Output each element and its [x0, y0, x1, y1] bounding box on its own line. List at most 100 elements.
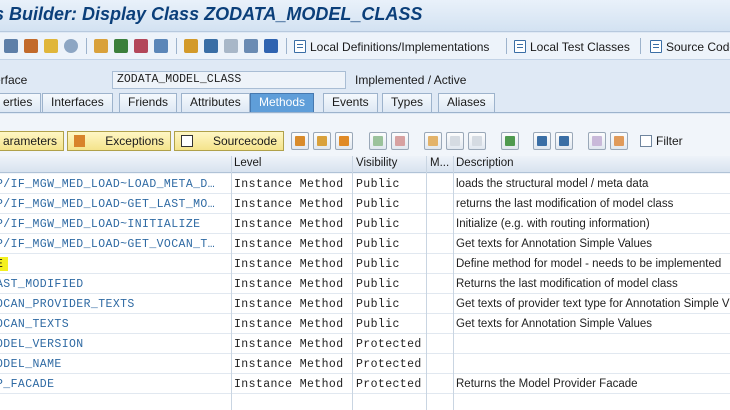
detail-view-button[interactable] — [291, 132, 309, 150]
visibility-cell[interactable]: Protected — [356, 378, 426, 391]
tab-interfaces[interactable]: Interfaces — [42, 93, 113, 112]
description-cell[interactable]: loads the structural model / meta data — [456, 178, 730, 190]
hierarchy-icon[interactable] — [184, 39, 198, 53]
class-name-field[interactable]: ZODATA_MODEL_CLASS — [112, 71, 346, 89]
tab-types[interactable]: Types — [382, 93, 433, 112]
other-object-icon[interactable] — [4, 39, 18, 53]
level-cell[interactable]: Instance Method — [234, 178, 352, 191]
description-cell[interactable]: Get texts of provider text type for Anno… — [456, 298, 730, 310]
table-row[interactable]: P/IF_MGW_MED_LOAD~LOAD_META_D… Instance M… — [0, 174, 730, 194]
level-cell[interactable]: Instance Method — [234, 278, 352, 291]
tab-properties[interactable]: erties — [0, 93, 42, 112]
copy-method-button[interactable] — [313, 132, 331, 150]
visibility-cell[interactable]: Public — [356, 318, 426, 331]
where-used-icon[interactable] — [94, 39, 108, 53]
visibility-cell[interactable]: Public — [356, 198, 426, 211]
header-m[interactable]: M... — [430, 157, 449, 169]
table-row[interactable]: OCAN_PROVIDER_TEXTS Instance Method Public… — [0, 294, 730, 314]
level-cell[interactable]: Instance Method — [234, 218, 352, 231]
table-row[interactable]: P/IF_MGW_MED_LOAD~GET_VOCAN_T… Instance M… — [0, 234, 730, 254]
display-change-icon[interactable] — [24, 39, 38, 53]
table-row[interactable]: E Instance Method Public Define method for … — [0, 254, 730, 274]
activate-icon[interactable] — [44, 39, 58, 53]
navigate-icon[interactable] — [154, 39, 168, 53]
table-row[interactable]: ODEL_VERSION Instance Method Protected — [0, 334, 730, 354]
copy-button[interactable] — [446, 132, 464, 150]
info-icon[interactable] — [264, 39, 278, 53]
description-cell[interactable]: returns the last modification of model c… — [456, 198, 730, 210]
visibility-cell[interactable]: Public — [356, 278, 426, 291]
layout-icon[interactable] — [224, 39, 238, 53]
description-cell[interactable]: Initialize (e.g. with routing informatio… — [456, 218, 730, 230]
edit-pencil-icon[interactable] — [114, 39, 128, 53]
filter-icon[interactable] — [244, 39, 258, 53]
check-icon[interactable] — [64, 39, 78, 53]
visibility-cell[interactable]: Protected — [356, 338, 426, 351]
method-name-cell[interactable]: AST_MODIFIED — [0, 278, 228, 291]
sourcecode-button[interactable]: Sourcecode — [174, 131, 284, 151]
description-cell[interactable]: Define method for model - needs to be im… — [456, 258, 730, 270]
level-cell[interactable]: Instance Method — [234, 378, 352, 391]
table-row[interactable]: AST_MODIFIED Instance Method Public Returns… — [0, 274, 730, 294]
table-row[interactable]: P/IF_MGW_MED_LOAD~INITIALIZE Instance Met… — [0, 214, 730, 234]
tab-events[interactable]: Events — [323, 93, 378, 112]
find-button[interactable] — [533, 132, 551, 150]
source-code-button[interactable]: Source Code — [650, 37, 730, 56]
method-name-cell[interactable]: P/IF_MGW_MED_LOAD~GET_VOCAN_T… — [0, 238, 228, 251]
description-cell[interactable]: Returns the Model Provider Facade — [456, 378, 730, 390]
settings-button[interactable] — [588, 132, 606, 150]
method-name-cell[interactable]: ODEL_VERSION — [0, 338, 228, 351]
navigate-button[interactable] — [335, 132, 353, 150]
insert-row-button[interactable] — [369, 132, 387, 150]
method-name-cell[interactable]: P/IF_MGW_MED_LOAD~LOAD_META_D… — [0, 178, 228, 191]
undo-button[interactable] — [610, 132, 628, 150]
table-row[interactable]: OCAN_TEXTS Instance Method Public Get texts… — [0, 314, 730, 334]
class-icon[interactable] — [204, 39, 218, 53]
method-name-cell[interactable]: OCAN_TEXTS — [0, 318, 228, 331]
exceptions-button[interactable]: Exceptions — [67, 131, 171, 151]
level-cell[interactable]: Instance Method — [234, 238, 352, 251]
table-row[interactable]: ODEL_NAME Instance Method Protected — [0, 354, 730, 374]
description-cell[interactable]: Get texts for Annotation Simple Values — [456, 318, 730, 330]
object-list-icon[interactable] — [134, 39, 148, 53]
paste-button[interactable] — [468, 132, 486, 150]
local-definitions-button[interactable]: Local Definitions/Implementations — [294, 37, 489, 56]
method-name-cell[interactable]: P/IF_MGW_MED_LOAD~GET_LAST_MO… — [0, 198, 228, 211]
description-cell[interactable]: Returns the last modification of model c… — [456, 278, 730, 290]
tab-friends[interactable]: Friends — [119, 93, 178, 112]
tab-attributes[interactable]: Attributes — [181, 93, 250, 112]
filter-checkbox[interactable] — [640, 135, 652, 147]
method-name-cell[interactable]: P/IF_MGW_MED_LOAD~INITIALIZE — [0, 218, 228, 231]
level-cell[interactable]: Instance Method — [234, 358, 352, 371]
table-row[interactable]: P/IF_MGW_MED_LOAD~GET_LAST_MO… Instance M… — [0, 194, 730, 214]
tab-aliases[interactable]: Aliases — [438, 93, 495, 112]
level-cell[interactable]: Instance Method — [234, 298, 352, 311]
visibility-cell[interactable]: Protected — [356, 358, 426, 371]
level-cell[interactable]: Instance Method — [234, 258, 352, 271]
visibility-cell[interactable]: Public — [356, 298, 426, 311]
table-row[interactable] — [0, 394, 730, 410]
cut-button[interactable] — [424, 132, 442, 150]
header-visibility[interactable]: Visibility — [356, 157, 397, 169]
header-level[interactable]: Level — [234, 157, 262, 169]
find-next-button[interactable] — [555, 132, 573, 150]
description-cell[interactable]: Get texts for Annotation Simple Values — [456, 238, 730, 250]
print-button[interactable] — [501, 132, 519, 150]
tab-methods[interactable]: Methods — [250, 93, 315, 112]
method-name-cell[interactable]: E — [0, 258, 228, 271]
visibility-cell[interactable]: Public — [356, 258, 426, 271]
visibility-cell[interactable]: Public — [356, 178, 426, 191]
local-test-classes-button[interactable]: Local Test Classes — [514, 37, 630, 56]
method-name-cell[interactable]: OCAN_PROVIDER_TEXTS — [0, 298, 228, 311]
method-name-cell[interactable]: P_FACADE — [0, 378, 228, 391]
level-cell[interactable]: Instance Method — [234, 318, 352, 331]
visibility-cell[interactable]: Public — [356, 238, 426, 251]
level-cell[interactable]: Instance Method — [234, 338, 352, 351]
visibility-cell[interactable]: Public — [356, 218, 426, 231]
method-name-cell[interactable]: ODEL_NAME — [0, 358, 228, 371]
header-description[interactable]: Description — [456, 157, 514, 169]
level-cell[interactable]: Instance Method — [234, 198, 352, 211]
parameters-button[interactable]: arameters — [0, 131, 64, 151]
delete-row-button[interactable] — [391, 132, 409, 150]
table-row[interactable]: P_FACADE Instance Method Protected Returns … — [0, 374, 730, 394]
